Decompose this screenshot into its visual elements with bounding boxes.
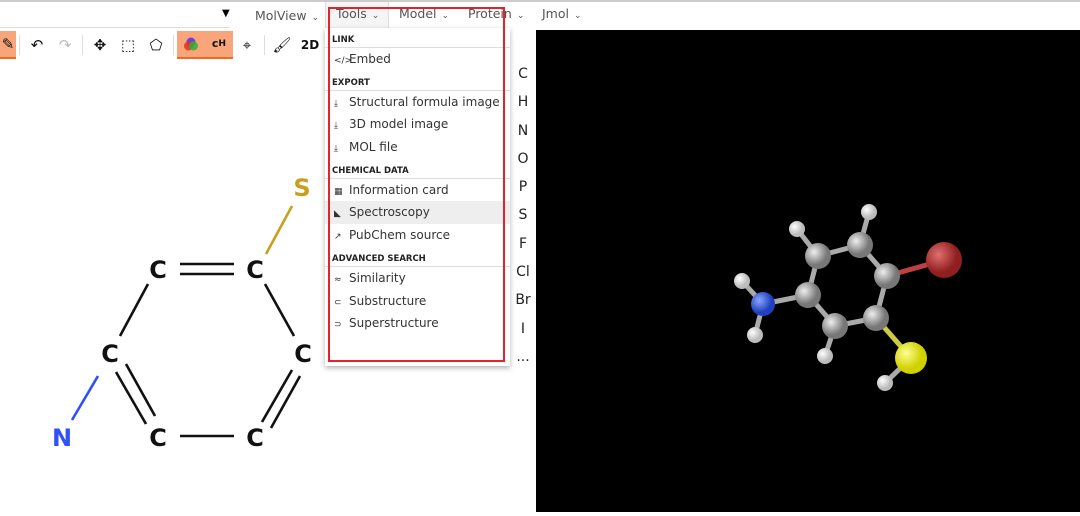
redo-button[interactable]: ↷ xyxy=(51,31,79,59)
menu-protein[interactable]: Protein ⌄ xyxy=(468,6,524,21)
bond xyxy=(70,375,100,421)
atom-3d-h xyxy=(734,273,750,289)
atom-3d-h xyxy=(877,375,893,391)
element-palette: C H N O P S F Cl Br I ... xyxy=(510,60,536,371)
menu-item-substructure[interactable]: ⊂ Substructure xyxy=(325,290,510,313)
color-atoms-button[interactable] xyxy=(177,30,205,59)
superset-icon: ⊃ xyxy=(334,320,342,331)
menu-section-header: ADVANCED SEARCH xyxy=(325,253,510,267)
menu-model[interactable]: Model ⌄ xyxy=(399,6,449,21)
approx-icon: ≈ xyxy=(334,274,342,285)
bond xyxy=(124,363,157,417)
atom-3d-c xyxy=(822,313,848,339)
subset-icon: ⊂ xyxy=(334,297,342,308)
menu-item-label: Information card xyxy=(349,182,449,197)
menu-item-label: Structural formula image xyxy=(349,94,500,109)
rect-select-icon[interactable]: ⬚ xyxy=(114,31,142,59)
atom-3d-h xyxy=(861,204,877,220)
search-input[interactable] xyxy=(0,4,230,28)
atom-3d-c xyxy=(863,305,889,331)
tools-dropdown-menu: LINK </>Embed EXPORT ⤓ Structural formula im… xyxy=(325,28,510,366)
menu-section-header: CHEMICAL DATA xyxy=(325,165,510,179)
atom-c: C xyxy=(246,424,264,452)
atom-3d-h xyxy=(747,327,763,343)
element-br[interactable]: Br xyxy=(510,286,536,314)
bond xyxy=(263,283,296,337)
atom-3d-h xyxy=(817,348,833,364)
bond xyxy=(264,205,294,255)
table-icon: ▦ xyxy=(334,186,343,197)
menu-item-structural-formula-image[interactable]: ⤓ Structural formula image xyxy=(325,91,510,114)
atom-c: C xyxy=(101,340,119,368)
bond xyxy=(114,371,148,425)
search-dropdown-caret-icon[interactable]: ▼ xyxy=(222,8,230,19)
atom-n: N xyxy=(52,424,72,452)
atom-3d-c xyxy=(874,263,900,289)
download-icon: ⤓ xyxy=(334,98,338,109)
download-icon: ⤓ xyxy=(334,144,338,155)
3d-model-viewer[interactable] xyxy=(536,30,1080,512)
atom-c: C xyxy=(149,424,167,452)
bond xyxy=(118,283,150,337)
atom-3d-c xyxy=(795,282,821,308)
element-cl[interactable]: Cl xyxy=(510,258,536,286)
atom-c: C xyxy=(294,340,312,368)
menu-item-information-card[interactable]: ▦ Information card xyxy=(325,179,510,202)
undo-button[interactable]: ↶ xyxy=(23,31,51,59)
menu-item-label: 3D model image xyxy=(349,117,449,132)
sketcher-toolbar: ✎ ↶ ↷ ✥ ⬚ ⬠ cH ⌖ 🖌 2D xyxy=(0,30,330,59)
menu-item-embed[interactable]: </>Embed xyxy=(325,48,510,71)
element-more[interactable]: ... xyxy=(510,343,536,371)
menu-item-pubchem-source[interactable]: ↗ PubChem source xyxy=(325,224,510,247)
menu-item-label: MOL file xyxy=(349,140,398,155)
lasso-select-icon[interactable]: ⬠ xyxy=(142,31,170,59)
menu-item-label: Superstructure xyxy=(349,316,439,331)
element-p[interactable]: P xyxy=(510,173,536,201)
atoms-3d xyxy=(734,204,962,391)
move-icon[interactable]: ✥ xyxy=(86,31,114,59)
element-n[interactable]: N xyxy=(510,117,536,145)
center-icon[interactable]: ⌖ xyxy=(233,31,261,59)
menu-tools[interactable]: Tools ⌄ xyxy=(336,6,379,21)
menu-jmol[interactable]: Jmol ⌄ xyxy=(542,6,582,21)
menu-item-similarity[interactable]: ≈ Similarity xyxy=(325,267,510,290)
atom-3d-s xyxy=(895,342,927,374)
menu-molview[interactable]: MolView ⌄ xyxy=(255,8,319,23)
menu-item-label: Similarity xyxy=(349,270,406,285)
menu-item-spectroscopy[interactable]: ◣ Spectroscopy xyxy=(325,201,510,225)
atom-3d-n xyxy=(751,292,775,316)
top-menu-bar: ▼ MolView ⌄ xyxy=(0,0,1080,30)
atom-c: C xyxy=(149,256,167,284)
menu-item-superstructure[interactable]: ⊃ Superstructure xyxy=(325,312,510,335)
menu-item-label: Substructure xyxy=(349,293,427,308)
external-link-icon: ↗ xyxy=(334,232,342,243)
element-c[interactable]: C xyxy=(510,60,536,88)
element-s[interactable]: S xyxy=(510,201,536,229)
menu-item-label: Embed xyxy=(349,52,391,66)
atom-3d-br xyxy=(926,242,962,278)
menu-section-header: EXPORT xyxy=(325,77,510,91)
menu-item-mol-file[interactable]: ⤓ MOL file xyxy=(325,136,510,159)
clean-brush-icon[interactable]: 🖌 xyxy=(268,31,296,59)
show-hydrogens-button[interactable]: cH xyxy=(205,30,233,59)
atom-3d-c xyxy=(805,243,831,269)
menu-section-header: LINK xyxy=(325,34,510,48)
element-i[interactable]: I xyxy=(510,315,536,343)
element-o[interactable]: O xyxy=(510,145,536,173)
code-icon: </> xyxy=(334,56,353,66)
menu-item-label: PubChem source xyxy=(349,228,450,243)
atom-3d-h xyxy=(789,221,805,237)
menu-item-3d-model-image[interactable]: ⤓ 3D model image xyxy=(325,113,510,136)
atom-3d-c xyxy=(847,232,873,258)
clean-2d-button[interactable]: 2D xyxy=(296,31,324,59)
atom-c: C xyxy=(246,256,264,284)
atom-s: S xyxy=(293,174,310,202)
menu-item-label: Spectroscopy xyxy=(349,205,430,220)
eraser-tool-button[interactable]: ✎ xyxy=(0,30,16,59)
element-f[interactable]: F xyxy=(510,230,536,258)
chart-icon: ◣ xyxy=(334,209,341,220)
element-h[interactable]: H xyxy=(510,88,536,116)
download-icon: ⤓ xyxy=(334,121,338,132)
